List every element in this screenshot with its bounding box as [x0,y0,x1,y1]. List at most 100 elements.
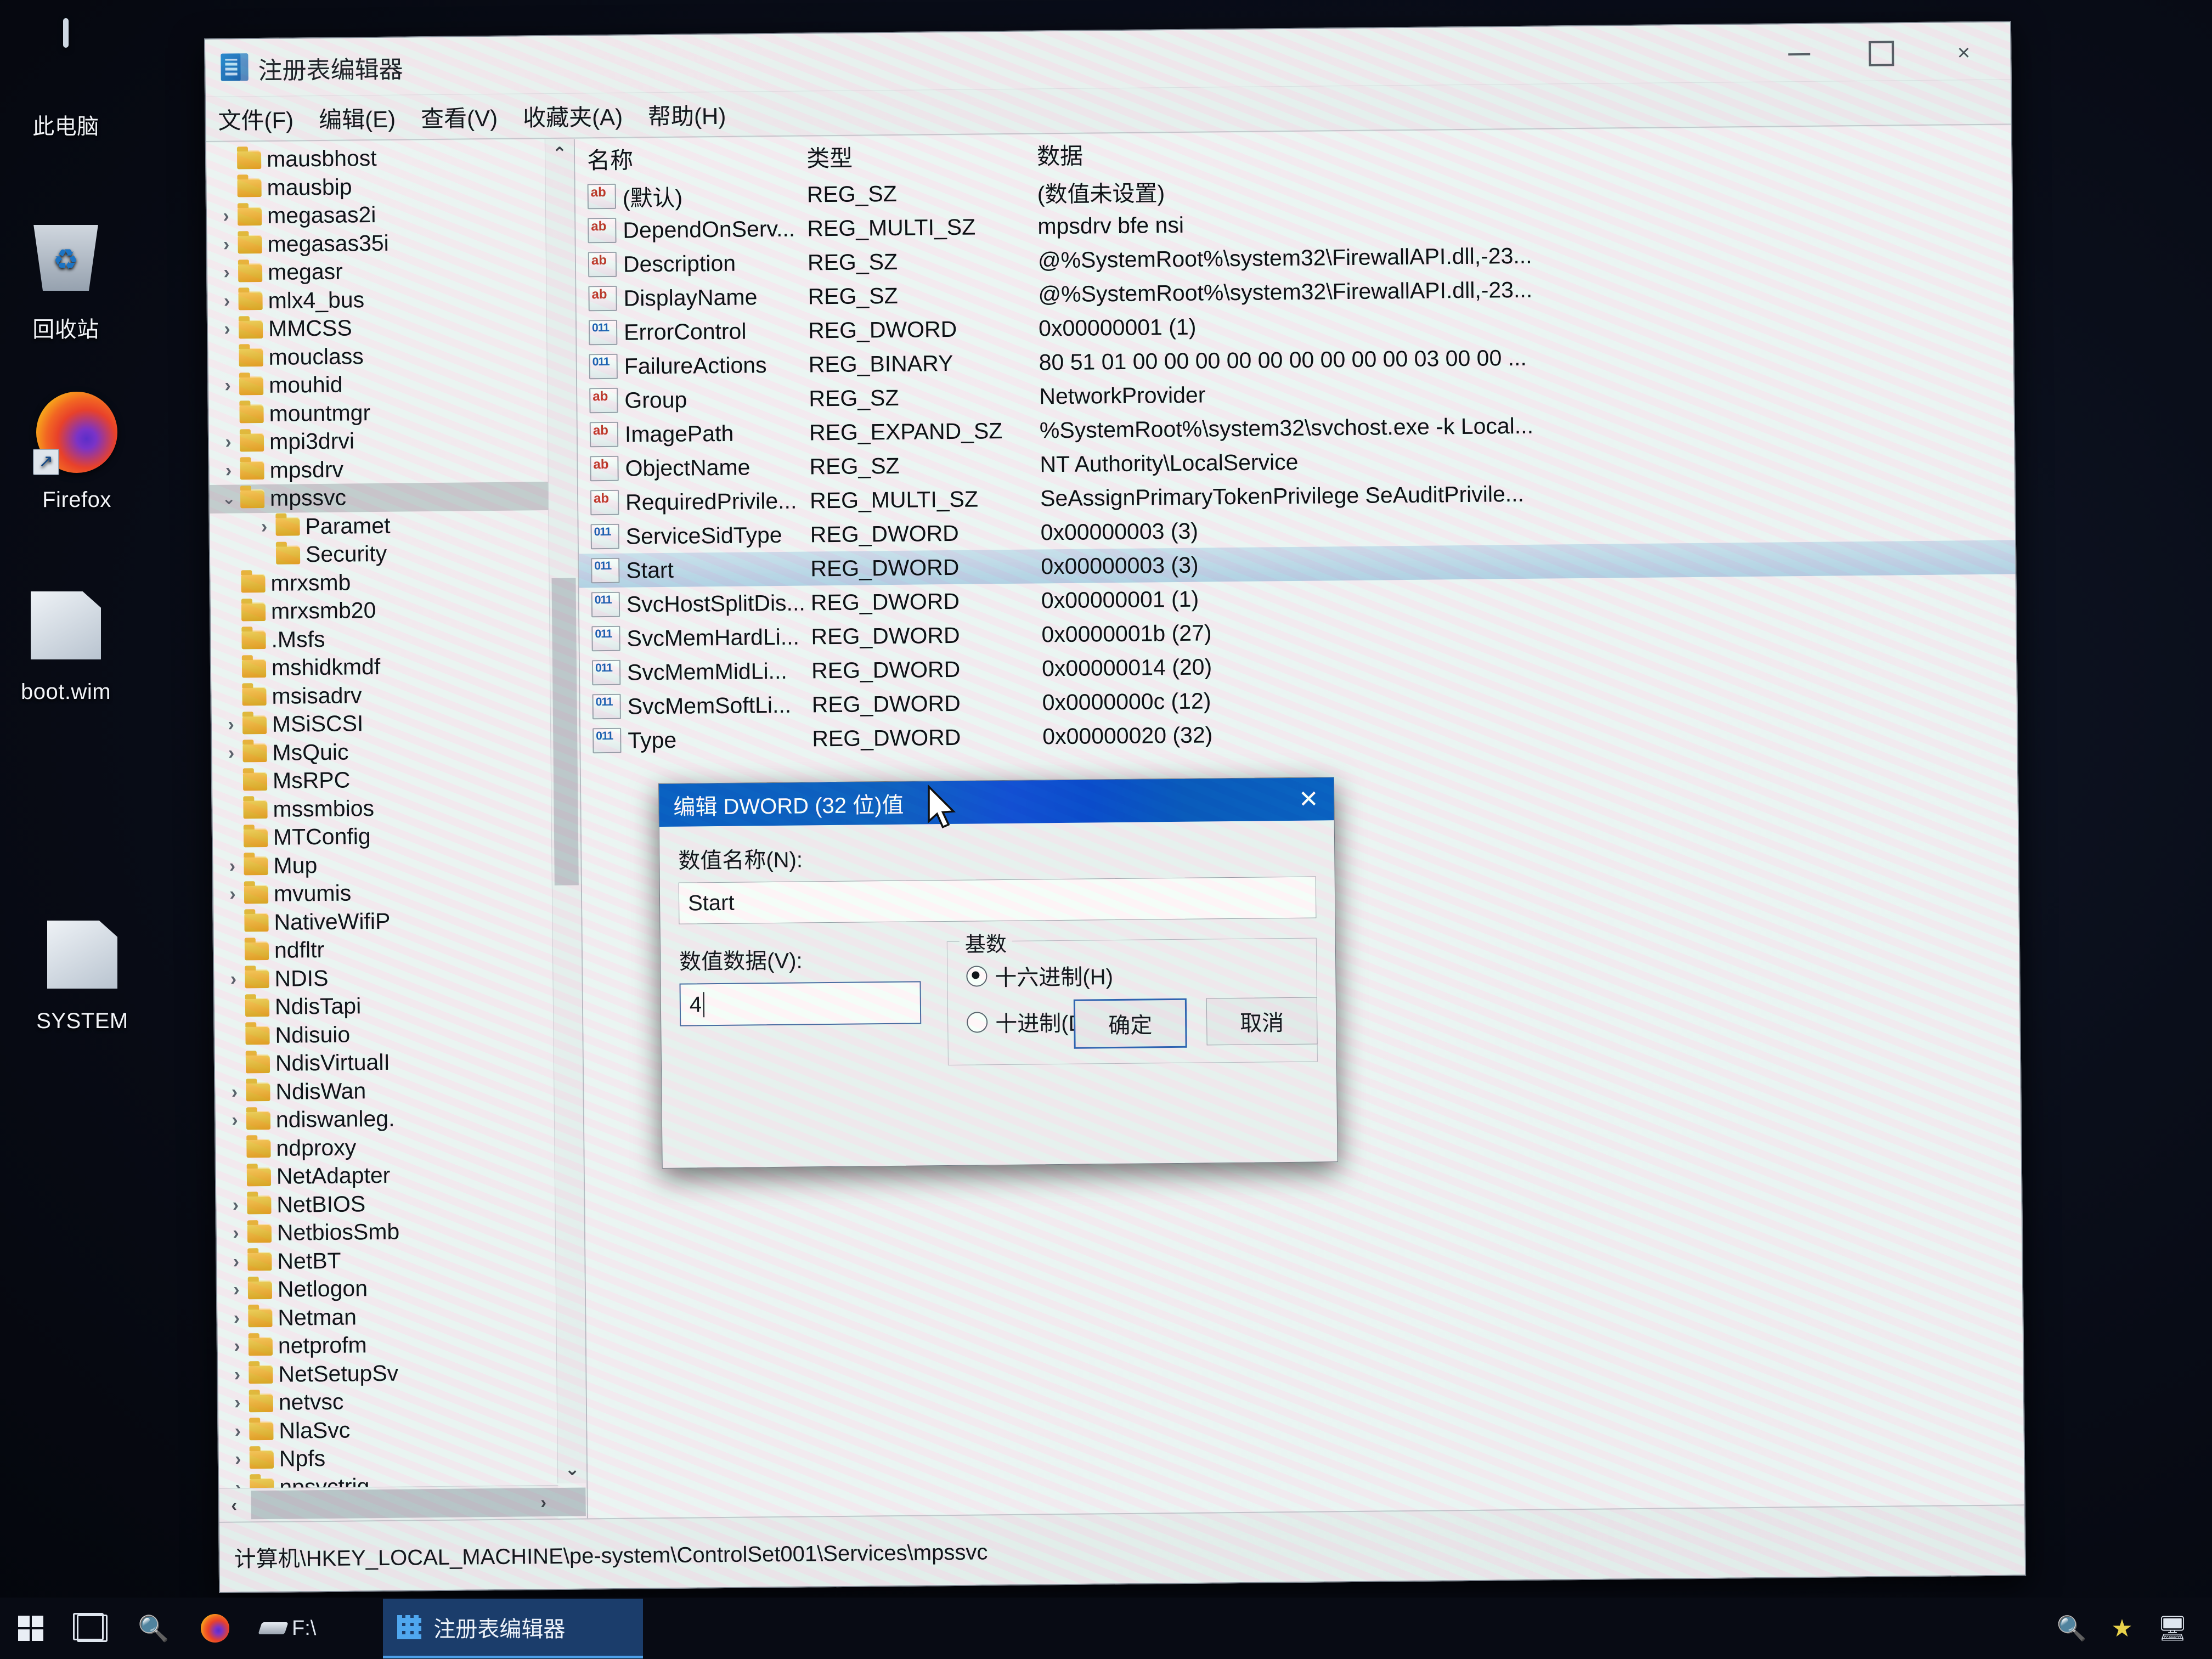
column-header-name[interactable]: 名称 [575,140,807,176]
chevron-right-icon[interactable]: › [227,1251,245,1272]
tree-item[interactable]: NativeWifiP [213,905,552,936]
tree-item[interactable]: mssmbios [212,792,551,823]
tree-item[interactable]: › NetBIOS [216,1188,555,1219]
tree-item[interactable]: › Npfs [219,1442,558,1474]
tree-horizontal-scrollbar[interactable]: ‹ › [219,1485,586,1522]
cancel-button[interactable]: 取消 [1206,997,1318,1046]
chevron-right-icon[interactable]: › [226,1194,245,1216]
values-list[interactable]: ab (默认) REG_SZ (数值未设置) ab DependOnServ... REG_… [575,166,2017,758]
chevron-right-icon[interactable]: › [223,884,242,905]
close-button[interactable]: × [1922,30,2005,75]
tree-item[interactable]: NdisTapi [215,990,554,1022]
dialog-close-button[interactable]: ✕ [1283,785,1334,814]
tree-item[interactable]: .Msfs [211,623,550,654]
tree-item[interactable]: › Paramet [210,510,549,541]
column-header-type[interactable]: 类型 [806,138,1037,173]
tree-item[interactable]: mrxsmb20 [211,595,550,626]
scroll-right-icon[interactable]: › [528,1486,558,1519]
tree-item[interactable]: mausbhost [206,143,545,174]
taskbar-button-registry-editor[interactable]: 注册表编辑器 [383,1598,644,1658]
radio-hexadecimal[interactable]: 十六进制(H) [966,957,1317,992]
chevron-right-icon[interactable]: › [228,1364,246,1385]
chevron-right-icon[interactable]: › [223,855,241,877]
tree-item[interactable]: Security [210,538,549,569]
desktop-icon-this-pc[interactable]: 此电脑 [0,16,132,139]
chevron-right-icon[interactable]: › [225,1081,244,1103]
tree-item[interactable]: MTConfig [213,821,552,852]
chevron-right-icon[interactable]: › [227,1279,246,1301]
chevron-right-icon[interactable]: › [217,262,236,284]
tree-item[interactable]: › megasr [207,256,546,287]
task-view-button[interactable] [61,1598,123,1659]
tree-item[interactable]: › MSiSCSI [212,708,551,739]
chevron-right-icon[interactable]: › [229,1449,247,1470]
tree-item[interactable]: mshidkmdf [211,651,550,682]
start-button[interactable] [0,1598,61,1659]
dialog-title-bar[interactable]: 编辑 DWORD (32 位)值 ✕ [659,777,1334,827]
taskbar-drive-button[interactable]: F:\ [246,1598,330,1659]
tree-item[interactable]: mrxsmb [210,567,549,598]
desktop-icon-recycle-bin[interactable]: ♻ 回收站 [0,219,132,342]
menu-item-edit[interactable]: 编辑(E) [319,100,396,134]
tree-item[interactable]: ndfltr [214,934,553,965]
chevron-right-icon[interactable]: › [224,968,242,990]
maximize-button[interactable] [1840,31,1923,76]
tree-item[interactable]: › Mup [213,849,552,880]
minimize-button[interactable] [1758,31,1841,77]
tree-item[interactable]: MsRPC [212,764,551,795]
tree-item[interactable]: › megasas35i [207,228,546,259]
ok-button[interactable]: 确定 [1073,998,1187,1049]
tree-item[interactable]: › mvumis [213,877,552,909]
chevron-right-icon[interactable]: › [225,1110,244,1131]
menu-item-favorites[interactable]: 收藏夹(A) [523,98,623,133]
tree-item[interactable]: › MsQuic [212,736,551,767]
cortana-icon[interactable]: 🔍 [2046,1598,2097,1659]
chevron-right-icon[interactable]: › [228,1420,247,1442]
chevron-right-icon[interactable]: › [218,375,237,397]
chevron-right-icon[interactable]: › [218,319,236,340]
tree-item[interactable]: ⌄ mpssvc [209,482,549,514]
chevron-down-icon[interactable]: ⌄ [219,489,238,509]
tree-item[interactable]: › NDIS [214,962,553,993]
scrollbar-thumb[interactable] [551,578,579,885]
tree-item[interactable]: › mpsdrv [209,454,548,485]
tree-item[interactable]: › NetBT [217,1244,556,1276]
chevron-right-icon[interactable]: › [227,1307,246,1329]
tree-item[interactable]: › netvsc [218,1386,557,1417]
tree-item[interactable]: › Netman [217,1301,556,1332]
chevron-right-icon[interactable]: › [219,460,238,481]
scroll-down-icon[interactable]: ⌄ [558,1454,586,1483]
tree-item[interactable]: mausbip [206,171,545,202]
chevron-right-icon[interactable]: › [217,290,236,312]
tree-item[interactable]: › MMCSS [208,312,547,343]
tree-item[interactable]: msisadrv [211,679,550,710]
scroll-left-icon[interactable]: ‹ [219,1488,249,1522]
tree-item[interactable]: › NetSetupSv [218,1357,557,1389]
taskbar-firefox-button[interactable] [184,1598,246,1659]
tree-item[interactable]: NdisVirtualI [215,1047,554,1078]
tree-item[interactable]: › netprofm [218,1329,557,1361]
desktop-icon-firefox[interactable]: ↗ Firefox [11,390,143,512]
chevron-right-icon[interactable]: › [217,234,235,255]
tree-item[interactable]: › NlaSvc [218,1414,557,1445]
desktop-icon-system[interactable]: SYSTEM [16,911,148,1034]
registry-tree[interactable]: mausbhost mausbip › megasas2i › megasas35i › me… [206,139,558,1500]
tree-item[interactable]: Ndisuio [215,1018,554,1049]
tree-item[interactable]: › megasas2i [207,199,546,230]
menu-item-help[interactable]: 帮助(H) [648,97,726,131]
value-data-input[interactable]: 4 [679,981,922,1026]
scroll-up-icon[interactable]: ⌃ [545,139,574,168]
chevron-right-icon[interactable]: › [222,714,240,736]
tree-item[interactable]: › NetbiosSmb [217,1216,556,1248]
tree-item[interactable]: › mlx4_bus [207,284,546,315]
star-icon[interactable]: ★ [2097,1598,2147,1659]
tree-item[interactable]: NetAdapter [216,1160,555,1191]
tree-item[interactable]: › ndiswanleg. [216,1103,555,1135]
chevron-right-icon[interactable]: › [219,432,238,453]
chevron-right-icon[interactable]: › [222,742,240,764]
chevron-right-icon[interactable]: › [227,1223,245,1244]
tree-item[interactable]: › Netlogon [217,1273,556,1304]
chevron-right-icon[interactable]: › [217,206,235,227]
menu-item-view[interactable]: 查看(V) [421,99,498,133]
tree-item[interactable]: mouclass [208,341,547,372]
